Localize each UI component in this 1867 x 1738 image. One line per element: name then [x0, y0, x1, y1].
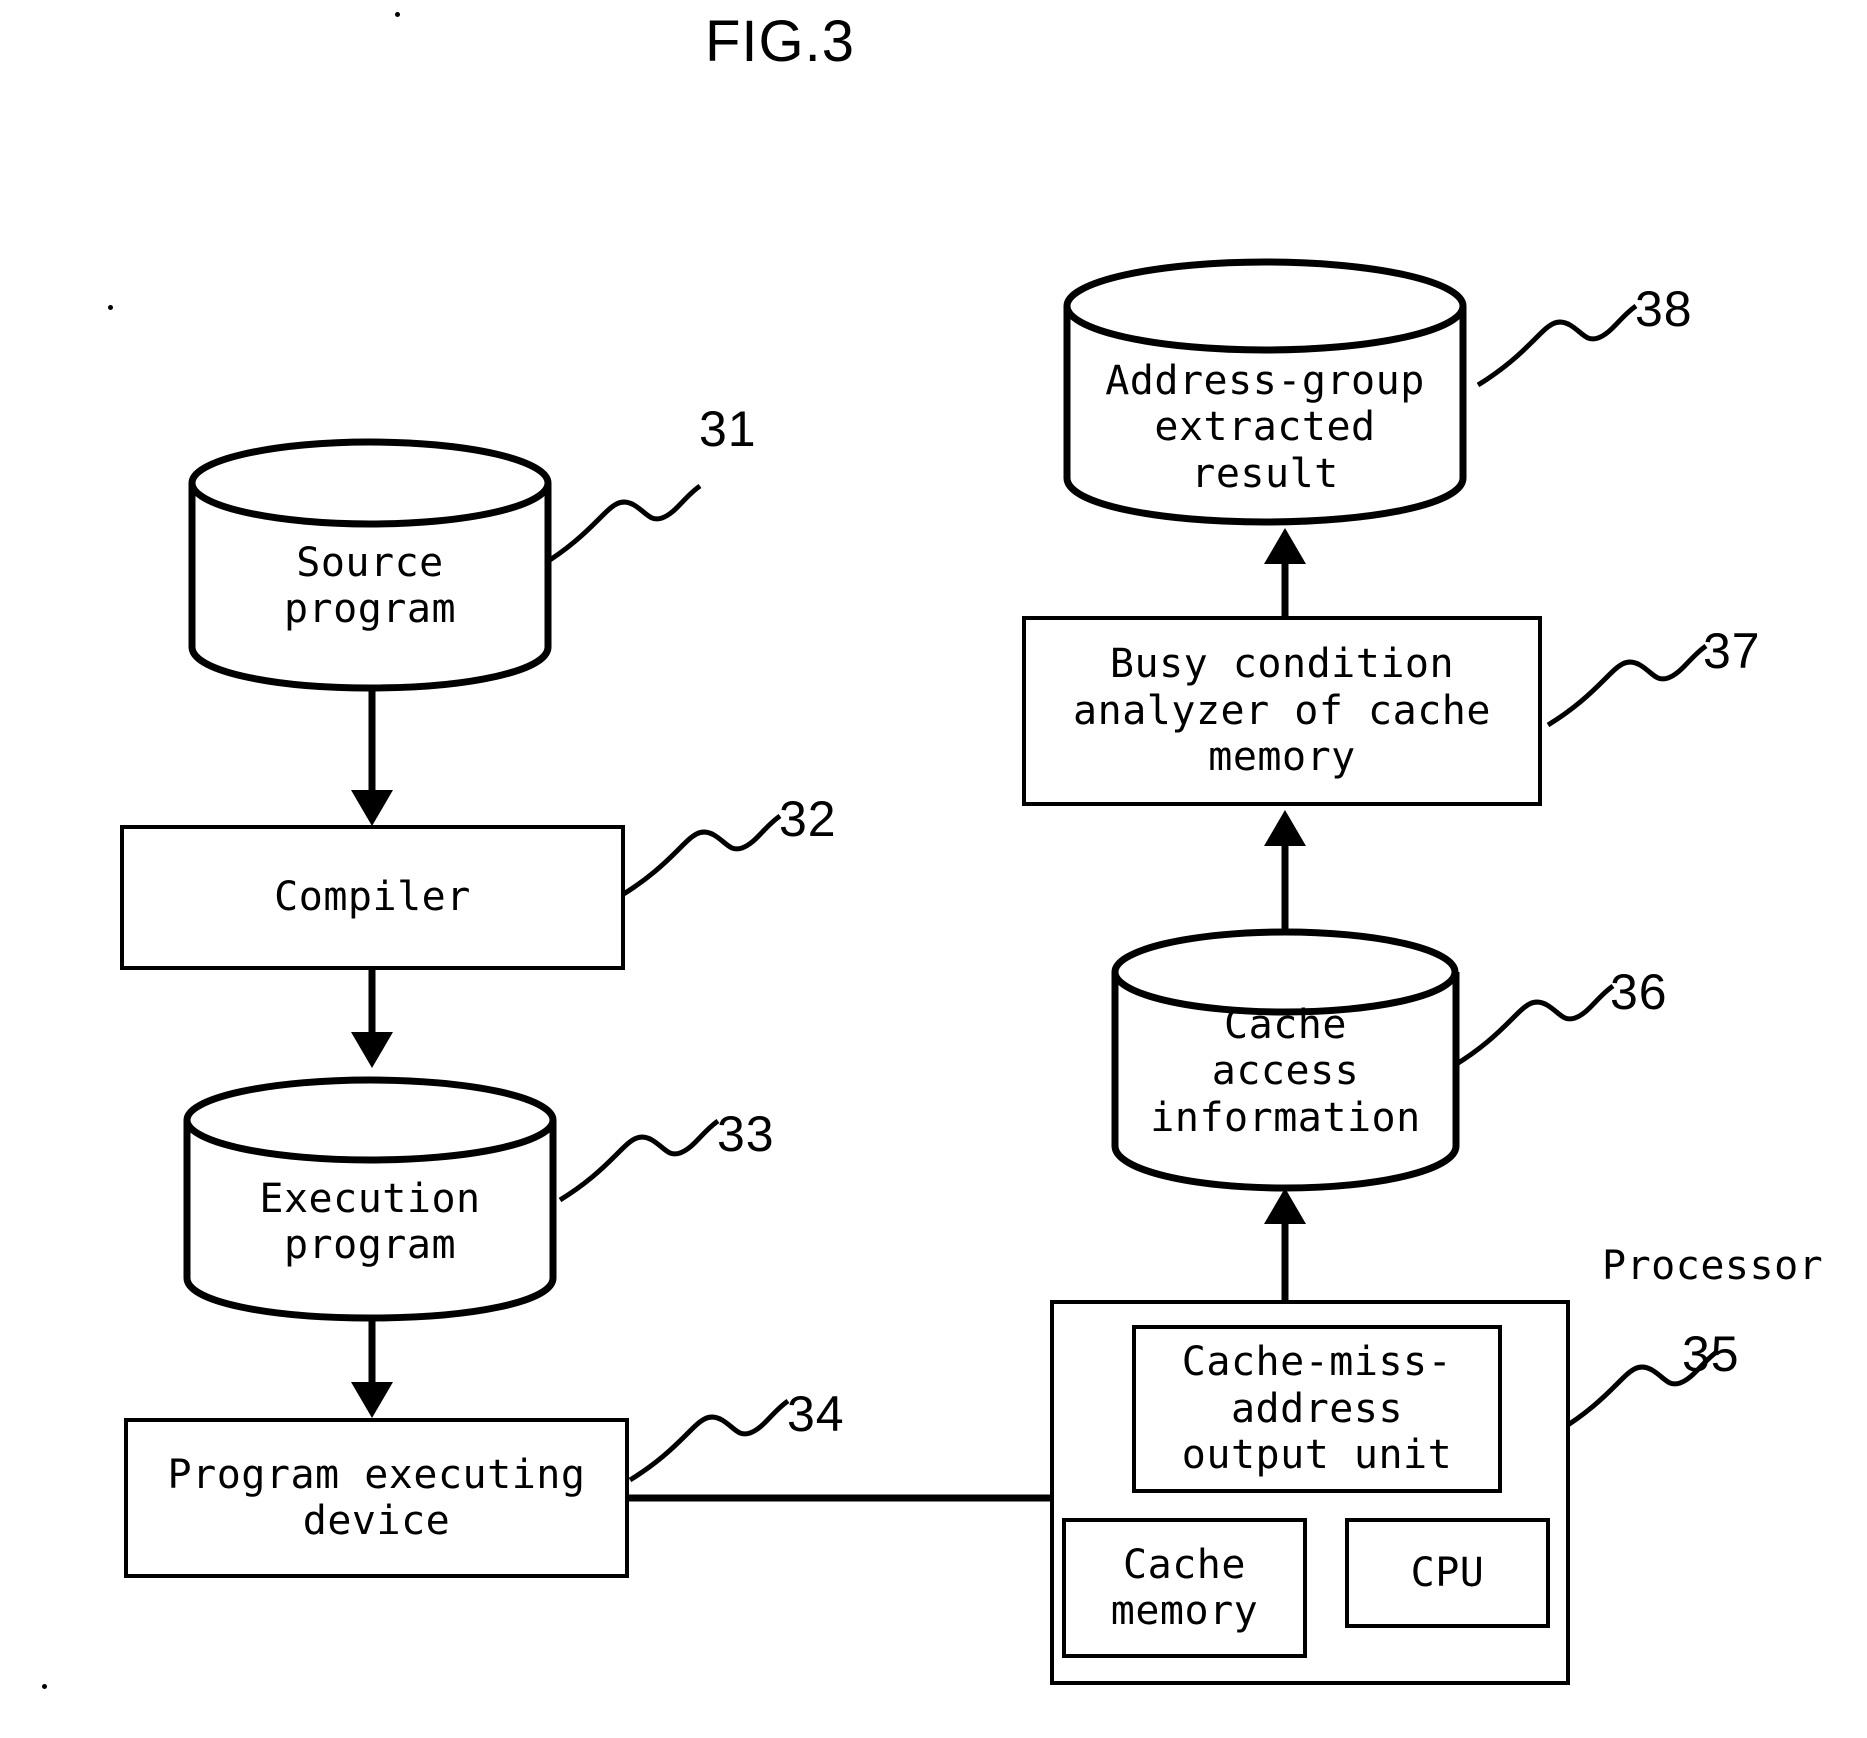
- address-group-extracted-result-node[interactable]: Address-group extracted result: [1063, 258, 1467, 526]
- ref-number-34: 34: [787, 1386, 845, 1442]
- source-program-node[interactable]: Source program: [188, 438, 552, 692]
- cache-miss-address-output-unit-label: Cache-miss- address output unit: [1181, 1339, 1453, 1479]
- ref-number-31: 31: [699, 401, 757, 457]
- scan-speck: [42, 1684, 47, 1689]
- cache-access-information-node[interactable]: Cache access information: [1111, 928, 1460, 1192]
- cache-memory-node[interactable]: Cache memory: [1062, 1518, 1307, 1658]
- cpu-label: CPU: [1410, 1549, 1485, 1596]
- program-executing-device-node[interactable]: Program executing device: [124, 1418, 629, 1578]
- scan-speck: [395, 12, 400, 17]
- cpu-node[interactable]: CPU: [1345, 1518, 1550, 1628]
- execution-program-label: Execution program: [259, 1176, 481, 1269]
- cache-miss-address-output-unit-node[interactable]: Cache-miss- address output unit: [1132, 1325, 1502, 1493]
- execution-program-node[interactable]: Execution program: [183, 1076, 557, 1322]
- cache-memory-label: Cache memory: [1110, 1541, 1259, 1634]
- address-group-extracted-result-label: Address-group extracted result: [1105, 358, 1425, 497]
- cache-access-information-label: Cache access information: [1150, 1002, 1421, 1141]
- source-program-label: Source program: [283, 540, 457, 633]
- ref-number-36: 36: [1610, 964, 1668, 1020]
- processor-label: Processor: [1602, 1243, 1824, 1289]
- ref-number-38: 38: [1635, 281, 1693, 337]
- busy-condition-analyzer-node[interactable]: Busy condition analyzer of cache memory: [1022, 616, 1542, 806]
- compiler-node[interactable]: Compiler: [120, 825, 625, 970]
- ref-number-37: 37: [1703, 623, 1761, 679]
- ref-number-35: 35: [1682, 1326, 1740, 1382]
- busy-condition-analyzer-label: Busy condition analyzer of cache memory: [1073, 641, 1491, 781]
- ref-number-33: 33: [717, 1106, 775, 1162]
- figure-title: FIG.3: [704, 9, 856, 74]
- compiler-label: Compiler: [274, 874, 471, 921]
- ref-number-32: 32: [779, 791, 837, 847]
- program-executing-device-label: Program executing device: [167, 1451, 586, 1544]
- figure-canvas: FIG.3 Source program 31 Compiler 32 Exec…: [0, 0, 1867, 1738]
- scan-speck: [108, 305, 113, 310]
